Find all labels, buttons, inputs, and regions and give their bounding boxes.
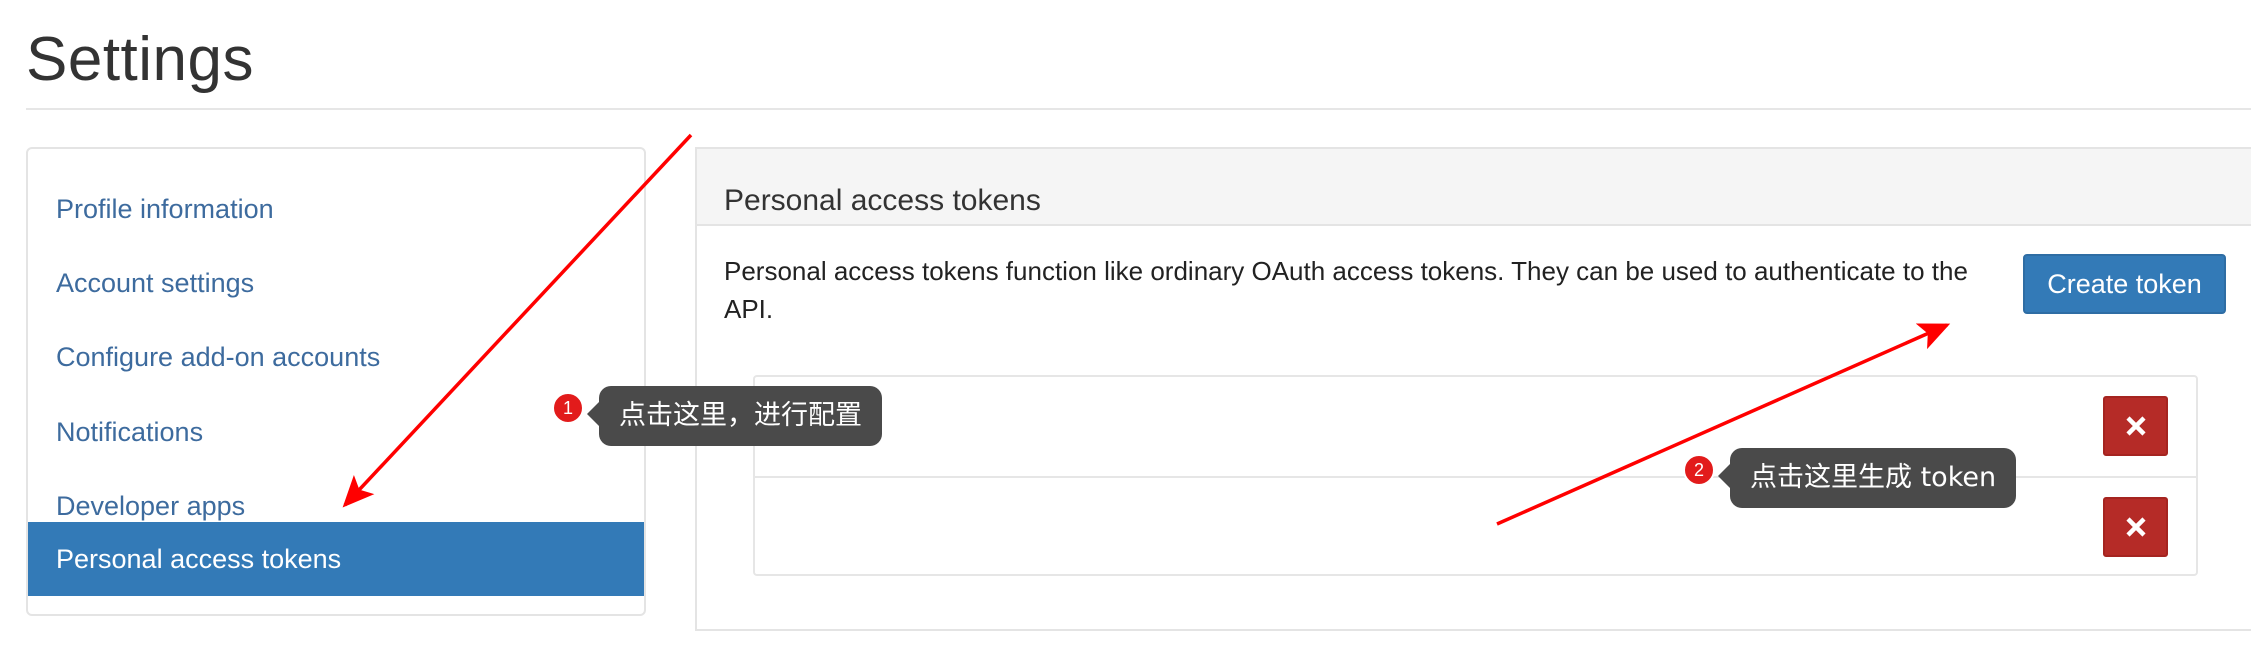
step-1-tooltip: 点击这里，进行配置 <box>587 386 882 446</box>
annotation-arrow-step1 <box>342 133 693 508</box>
step-2-badge: 2 <box>1683 454 1715 486</box>
step-1-badge: 1 <box>552 392 584 424</box>
step-2-tooltip: 点击这里生成 token <box>1717 448 2017 508</box>
annotation-arrows <box>342 133 1951 526</box>
